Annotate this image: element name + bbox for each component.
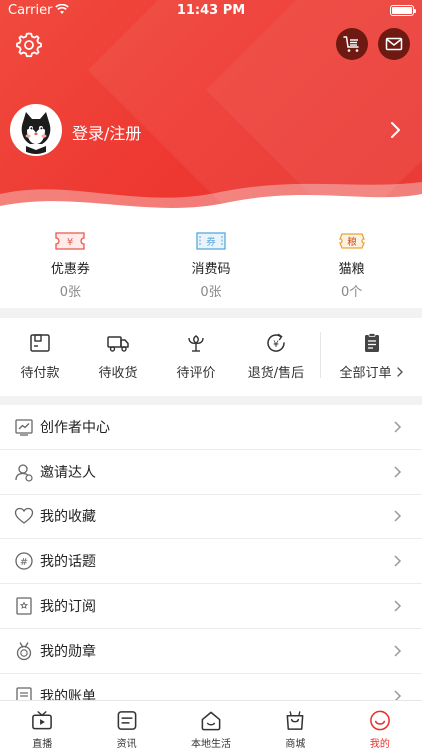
pending-payment-label: 待付款	[20, 366, 60, 381]
refund-aftersale-button[interactable]: ¥ 退货/售后	[236, 332, 316, 381]
cat-food-count: 0个	[341, 285, 363, 300]
chevron-right-icon	[394, 645, 402, 657]
menu-label: 创作者中心	[40, 419, 110, 436]
voucher-code-card[interactable]: 券 消费码 0张	[141, 220, 282, 308]
home-icon	[201, 711, 221, 731]
menu-label: 我的订阅	[40, 599, 96, 616]
chevron-right-icon	[391, 122, 400, 138]
svg-text:粮: 粮	[347, 236, 357, 248]
tab-mall[interactable]: 商城	[253, 701, 337, 750]
pending-receipt-label: 待收货	[98, 366, 138, 381]
order-divider	[320, 332, 321, 378]
menu-list: 创作者中心 邀请达人 我的收藏 # 我的话题 我的订阅 我的勋章 我的账单	[0, 405, 422, 719]
pending-review-button[interactable]: 待评价	[156, 332, 236, 381]
login-entry[interactable]: 登录/注册	[10, 104, 410, 158]
mail-icon	[385, 37, 403, 51]
news-icon	[117, 711, 137, 730]
message-button[interactable]	[378, 28, 410, 60]
chevron-right-icon	[394, 421, 402, 433]
menu-item-invite-experts[interactable]: 邀请达人	[0, 450, 422, 495]
pending-payment-button[interactable]: 待付款	[0, 332, 80, 381]
chart-icon	[15, 419, 33, 436]
voucher-code-icon: 券	[196, 232, 226, 250]
tab-label: 我的	[369, 739, 390, 750]
chevron-right-icon	[394, 466, 402, 478]
voucher-code-count: 0张	[200, 285, 222, 300]
refund-aftersale-label: 退货/售后	[247, 366, 305, 381]
header-wave	[0, 182, 422, 220]
tab-bar: 直播 资讯 本地生活 商城 我的	[0, 700, 422, 750]
chevron-right-icon	[394, 510, 402, 523]
chevron-right-icon	[394, 555, 402, 567]
bookmark-icon	[16, 597, 32, 615]
cat-food-icon: 粮	[338, 233, 365, 249]
profile-header: Carrier 11:43 PM 登录/注册	[0, 0, 422, 220]
login-register-link[interactable]: 登录/注册	[72, 120, 141, 144]
refund-icon: ¥	[267, 333, 285, 352]
tab-mine[interactable]: 我的	[338, 701, 422, 750]
coupon-icon: ¥	[55, 232, 85, 250]
order-shortcuts: 待付款 待收货 待评价 ¥ 退货/售后 全部订单	[0, 318, 422, 396]
cat-avatar-icon	[12, 106, 60, 154]
cat-food-card[interactable]: 粮 猫粮 0个	[281, 220, 422, 308]
status-bar: Carrier 11:43 PM	[0, 0, 422, 22]
all-orders-label: 全部订单	[339, 366, 392, 381]
avatar	[10, 104, 62, 156]
hashtag-icon: #	[15, 552, 33, 570]
tab-label: 商城	[285, 739, 306, 750]
menu-label: 我的话题	[40, 554, 96, 571]
shopping-bag-icon	[286, 711, 304, 730]
invite-user-icon	[15, 464, 33, 482]
cat-food-label: 猫粮	[338, 262, 365, 277]
chevron-right-icon	[396, 366, 403, 377]
gear-icon	[16, 32, 42, 58]
menu-item-subscriptions[interactable]: 我的订阅	[0, 584, 422, 629]
clock: 11:43 PM	[176, 3, 246, 18]
tv-icon	[32, 711, 53, 730]
menu-label: 邀请达人	[40, 464, 96, 481]
truck-icon	[107, 336, 129, 352]
coupon-label: 优惠券	[50, 262, 90, 277]
menu-item-creator-center[interactable]: 创作者中心	[0, 405, 422, 450]
coupon-card[interactable]: ¥ 优惠券 0张	[0, 220, 141, 308]
settings-button[interactable]	[14, 30, 44, 60]
menu-item-medals[interactable]: 我的勋章	[0, 629, 422, 674]
asset-cards: ¥ 优惠券 0张 券 消费码 0张 粮 猫粮 0个	[0, 220, 422, 308]
wallet-icon	[30, 334, 50, 352]
heart-icon	[14, 508, 34, 525]
battery-icon	[390, 5, 416, 16]
shopping-cart-button[interactable]	[336, 28, 368, 60]
medal-icon	[16, 642, 32, 661]
pending-review-label: 待评价	[176, 366, 216, 381]
pending-receipt-button[interactable]: 待收货	[78, 332, 158, 381]
tab-live[interactable]: 直播	[0, 701, 84, 750]
menu-item-favorites[interactable]: 我的收藏	[0, 495, 422, 540]
chevron-right-icon	[394, 600, 402, 612]
flower-icon	[188, 335, 204, 352]
cart-icon	[343, 36, 359, 52]
menu-label: 我的收藏	[40, 509, 96, 526]
voucher-code-label: 消费码	[191, 262, 231, 277]
coupon-count: 0张	[59, 285, 81, 300]
all-orders-button[interactable]: 全部订单	[322, 332, 422, 381]
tab-label: 资讯	[116, 739, 137, 750]
menu-label: 我的勋章	[40, 643, 96, 660]
svg-text:#: #	[20, 557, 28, 568]
tab-label: 直播	[32, 739, 53, 750]
svg-text:券: 券	[206, 236, 216, 248]
tab-news[interactable]: 资讯	[84, 701, 168, 750]
clipboard-icon	[365, 333, 379, 352]
smile-icon	[369, 710, 390, 731]
tab-label: 本地生活	[191, 739, 232, 750]
svg-text:¥: ¥	[273, 340, 279, 350]
svg-text:¥: ¥	[67, 237, 73, 248]
menu-item-topics[interactable]: # 我的话题	[0, 539, 422, 585]
tab-local-life[interactable]: 本地生活	[169, 701, 253, 750]
